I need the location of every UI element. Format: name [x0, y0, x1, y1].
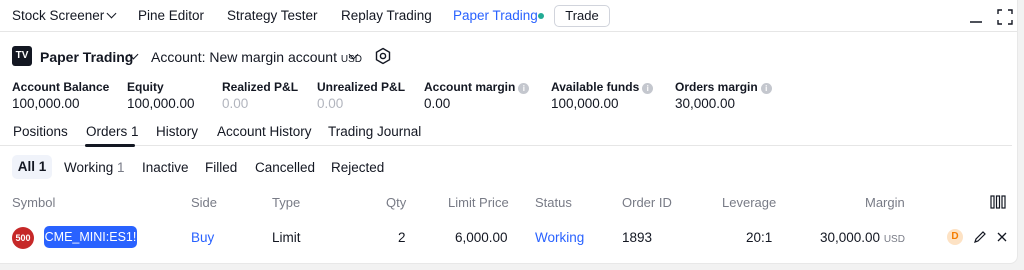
tab-paper-trading[interactable]: Paper Trading: [453, 8, 538, 23]
info-icon[interactable]: i: [642, 83, 654, 94]
metric-value: 0.00: [222, 96, 249, 111]
tab-replay-trading[interactable]: Replay Trading: [341, 8, 432, 23]
column-header-type[interactable]: Type: [272, 195, 300, 210]
settings-gear-icon[interactable]: [374, 47, 392, 65]
limit-price-cell: 6,000.00: [455, 230, 508, 245]
filter-working[interactable]: Working 1: [64, 160, 125, 175]
account-tabs: Positions Orders 1 History Account Histo…: [0, 124, 1012, 147]
filter-filled[interactable]: Filled: [205, 160, 237, 175]
tradingview-logo-icon: TV: [12, 46, 32, 66]
column-header-leverage[interactable]: Leverage: [722, 195, 776, 210]
filter-cancelled[interactable]: Cancelled: [255, 160, 315, 175]
filter-rejected[interactable]: Rejected: [331, 160, 384, 175]
minimize-icon[interactable]: [968, 9, 984, 25]
column-settings-icon[interactable]: [990, 195, 1006, 209]
metric-orders-margin: Orders margin i 30,000.00: [675, 80, 772, 111]
symbol-chip[interactable]: CME_MINI:ES1!: [44, 226, 137, 248]
tab-strategy-tester[interactable]: Strategy Tester: [227, 8, 318, 23]
metric-value: 100,000.00: [12, 96, 80, 111]
filter-working-label: Working: [64, 160, 114, 175]
metric-value: 0.00: [317, 96, 344, 111]
metric-value: 100,000.00: [127, 96, 195, 111]
status-cell: Working: [535, 230, 585, 245]
contract-badge: 500: [12, 227, 34, 249]
account-selector-label: Account: New margin account: [151, 49, 337, 65]
close-icon[interactable]: [996, 231, 1008, 243]
tab-trading-journal[interactable]: Trading Journal: [328, 124, 421, 139]
margin-value: 30,000.00: [820, 230, 881, 245]
side-cell: Buy: [191, 230, 215, 245]
bottom-panel-tabbar: Stock Screener Pine Editor Strategy Test…: [0, 0, 1017, 32]
metric-account-margin: Account margin i 0.00: [424, 80, 530, 111]
tab-positions[interactable]: Positions: [13, 124, 68, 139]
trade-button[interactable]: Trade: [554, 5, 610, 27]
metric-label: Realized P&L: [222, 80, 299, 94]
column-header-margin[interactable]: Margin: [865, 195, 905, 210]
tab-history[interactable]: History: [156, 124, 198, 139]
d-badge: D: [947, 229, 963, 245]
qty-cell: 2: [398, 230, 406, 245]
metric-realized-pnl: Realized P&L 0.00: [222, 80, 298, 111]
leverage-cell: 20:1: [746, 230, 773, 245]
maximize-icon[interactable]: [996, 8, 1014, 26]
margin-currency: USD: [883, 234, 905, 245]
tab-stock-screener[interactable]: Stock Screener: [12, 8, 104, 23]
column-header-order-id[interactable]: Order ID: [622, 195, 672, 210]
metric-value: 0.00: [424, 96, 451, 111]
column-header-qty[interactable]: Qty: [386, 195, 406, 210]
column-header-side[interactable]: Side: [191, 195, 217, 210]
metric-label: Equity: [127, 80, 164, 94]
metric-unrealized-pnl: Unrealized P&L 0.00: [317, 80, 405, 111]
metric-label: Unrealized P&L: [317, 80, 406, 94]
filter-inactive[interactable]: Inactive: [142, 160, 189, 175]
metric-value: 30,000.00: [675, 96, 736, 111]
filter-working-count: 1: [117, 160, 125, 175]
connected-status-dot: [538, 13, 544, 19]
metric-account-balance: Account Balance 100,000.00: [12, 80, 109, 111]
type-cell: Limit: [272, 230, 301, 245]
order-id-cell: 1893: [622, 230, 653, 245]
metric-label: Orders margin: [675, 80, 758, 94]
column-header-symbol[interactable]: Symbol: [12, 195, 55, 210]
metric-value: 100,000.00: [551, 96, 619, 111]
metric-label: Account Balance: [12, 80, 110, 94]
column-header-status[interactable]: Status: [535, 195, 572, 210]
tab-account-history[interactable]: Account History: [217, 124, 312, 139]
column-header-limit-price[interactable]: Limit Price: [448, 195, 509, 210]
account-selector[interactable]: Account: New margin account USD: [151, 49, 362, 65]
chevron-down-icon[interactable]: [106, 8, 117, 19]
trading-panel: Stock Screener Pine Editor Strategy Test…: [0, 0, 1018, 264]
margin-cell: 30,000.00 USD: [820, 230, 905, 245]
filter-all[interactable]: All 1: [12, 155, 52, 179]
metric-label: Account margin: [424, 80, 516, 94]
paper-trading-title[interactable]: Paper Trading: [40, 49, 133, 65]
metric-equity: Equity 100,000.00: [127, 80, 195, 111]
metric-available-funds: Available funds i 100,000.00: [551, 80, 654, 111]
info-icon[interactable]: i: [760, 83, 772, 94]
edit-pencil-icon[interactable]: [973, 230, 987, 244]
info-icon[interactable]: i: [518, 83, 530, 94]
tab-orders[interactable]: Orders 1: [86, 124, 139, 139]
tab-pine-editor[interactable]: Pine Editor: [138, 8, 204, 23]
metric-label: Available funds: [551, 80, 640, 94]
active-tab-indicator: [85, 144, 135, 147]
